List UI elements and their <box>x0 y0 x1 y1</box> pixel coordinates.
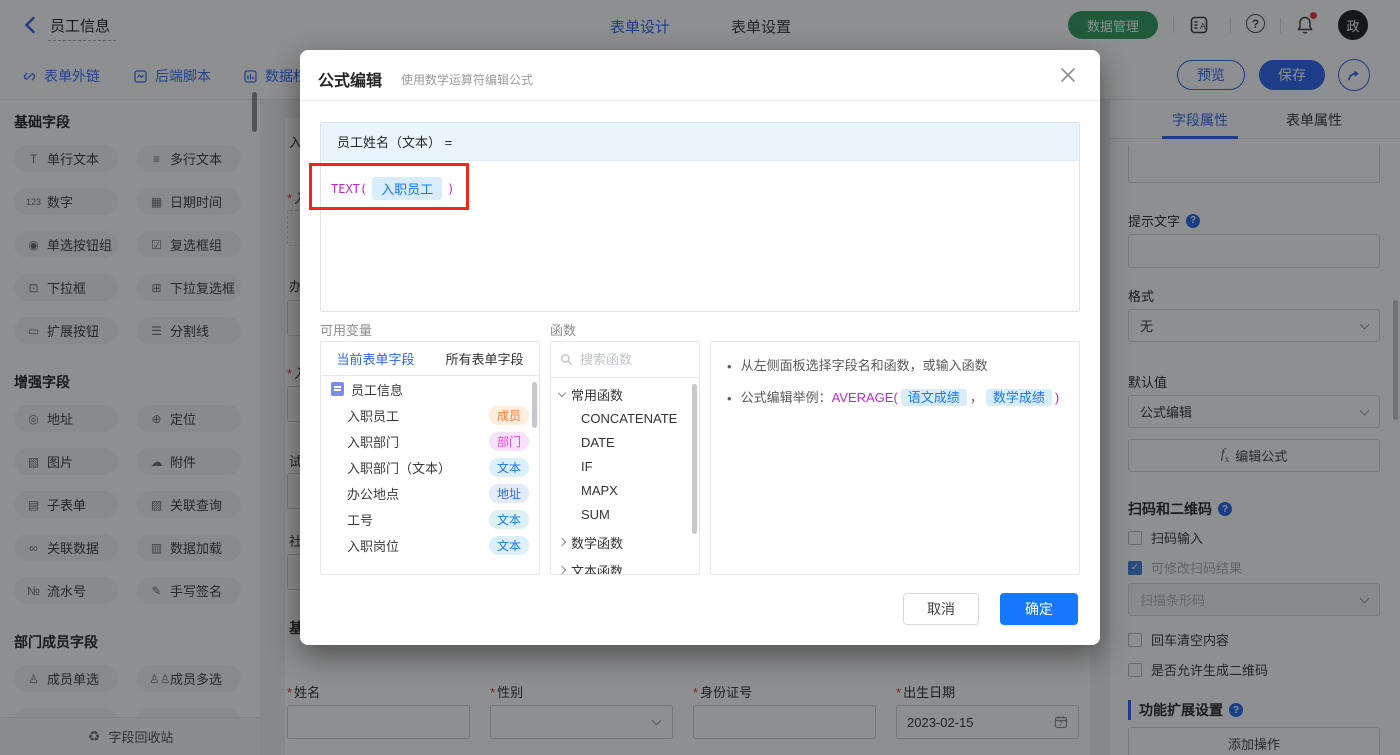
chevron-right-icon <box>557 565 567 574</box>
function-item[interactable]: SUM <box>551 502 699 526</box>
variable-item[interactable]: 入职部门（文本） 文本 <box>321 454 539 480</box>
function-item[interactable]: CONCATENATE <box>551 406 699 430</box>
annotation-highlight-box <box>309 163 469 210</box>
function-item[interactable]: IF <box>551 454 699 478</box>
variable-item[interactable]: 工号 文本 <box>321 506 539 532</box>
formula-edit-modal: 公式编辑 使用数学运算符编辑公式 员工姓名（文本） = TEXT( 入职员工 )… <box>300 50 1100 645</box>
tab-all-form-fields[interactable]: 所有表单字段 <box>445 349 523 368</box>
cancel-button[interactable]: 取消 <box>903 593 979 625</box>
functions-scrollbar[interactable] <box>692 384 697 534</box>
field-token: 数学成绩 <box>985 389 1052 406</box>
function-search <box>551 342 699 378</box>
function-item[interactable]: MAPX <box>551 478 699 502</box>
function-group-math[interactable]: 数学函数 <box>551 530 699 554</box>
variables-label: 可用变量 <box>320 323 373 338</box>
app-root: 员工信息 表单设计 表单设置 数据管理 A ? 政 表单外链 后端脚本 数据权 … <box>0 0 1400 755</box>
variable-item[interactable]: 办公地点 地址 <box>321 480 539 506</box>
variable-item[interactable]: 入职部门 部门 <box>321 428 539 454</box>
modal-subtitle: 使用数学运算符编辑公式 <box>401 73 534 87</box>
tip-example: 公式编辑举例：AVERAGE(语文成绩，数学成绩) <box>740 389 1060 406</box>
formula-target: 员工姓名（文本） = <box>321 123 1079 161</box>
functions-panel: 常用函数 CONCATENATE DATE IF MAPX SUM 数学函数 文… <box>550 341 700 575</box>
variables-scrollbar[interactable] <box>532 382 537 428</box>
type-badge: 部门 <box>488 431 529 451</box>
functions-label: 函数 <box>550 323 577 338</box>
confirm-button[interactable]: 确定 <box>1000 593 1078 625</box>
variable-item[interactable]: 入职岗位 文本 <box>321 532 539 558</box>
close-icon[interactable] <box>1058 65 1078 85</box>
bullet: • <box>727 359 732 374</box>
type-badge: 文本 <box>488 457 529 477</box>
tip-text: 从左侧面板选择字段名和函数，或输入函数 <box>740 358 988 373</box>
form-doc-icon <box>331 382 344 396</box>
tips-panel: • 从左侧面板选择字段名和函数，或输入函数 • 公式编辑举例：AVERAGE(语… <box>710 341 1080 575</box>
bullet: • <box>727 391 732 406</box>
function-item[interactable]: DATE <box>551 430 699 454</box>
chevron-down-icon <box>557 388 567 397</box>
type-badge: 文本 <box>488 535 529 555</box>
tab-current-form-fields[interactable]: 当前表单字段 <box>336 349 414 368</box>
field-token: 语文成绩 <box>900 389 967 406</box>
variables-panel: 当前表单字段 所有表单字段 员工信息 入职员工 成员 入职部门 部门 入职部门（文本… <box>320 341 540 575</box>
function-token: AVERAGE( <box>831 390 898 405</box>
type-badge: 地址 <box>488 483 529 503</box>
variable-item[interactable]: 入职员工 成员 <box>321 402 539 428</box>
type-badge: 成员 <box>488 405 529 425</box>
function-group-text[interactable]: 文本函数 <box>551 558 699 574</box>
variable-tree-root[interactable]: 员工信息 <box>321 376 539 402</box>
function-group-common[interactable]: 常用函数 <box>551 382 699 406</box>
chevron-right-icon <box>557 537 567 547</box>
formula-editor[interactable]: 员工姓名（文本） = TEXT( 入职员工 ) <box>320 122 1080 312</box>
modal-title: 公式编辑 <box>318 73 383 90</box>
function-search-input[interactable] <box>580 352 680 367</box>
paren-token: ) <box>1054 390 1060 405</box>
search-icon <box>561 354 573 366</box>
divider <box>300 100 1100 101</box>
type-badge: 文本 <box>488 509 529 529</box>
